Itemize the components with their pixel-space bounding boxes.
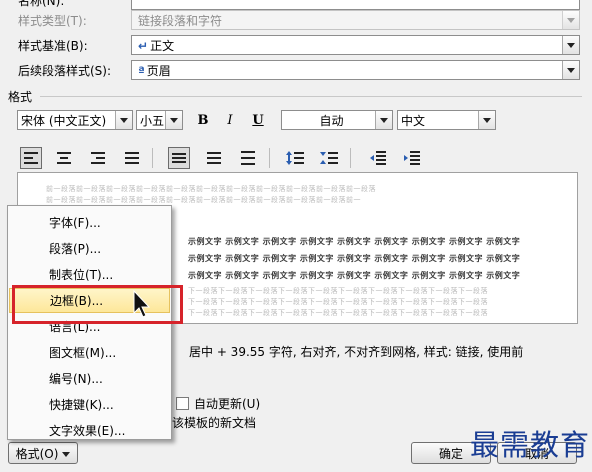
chevron-down-icon [562, 11, 579, 29]
language-select[interactable]: 中文 [397, 110, 496, 130]
chevron-down-icon [478, 111, 495, 129]
size-select[interactable]: 小五 [136, 110, 183, 130]
chevron-down-icon [375, 111, 392, 129]
format-dropdown-menu: 字体(F)... 段落(P)... 制表位(T)... 边框(B)... 语言(… [7, 205, 183, 443]
preview-prev-line: 前一段落前一段落前一段落前一段落前一段落前一段落前一段落前一段落前一段落前一段落… [46, 185, 376, 193]
chevron-down-icon [165, 111, 182, 129]
preview-prev-line: 前一段落前一段落前一段落前一段落前一段落前一段落前一段落前一段落前一段落前一段落… [46, 196, 361, 204]
one-half-spacing-icon[interactable] [203, 147, 225, 169]
chevron-down-icon [562, 61, 579, 79]
linked-style-icon: ª [138, 63, 145, 78]
paragraph-style-icon: ↵ [138, 38, 149, 53]
preview-sample-line: 示例文字 示例文字 示例文字 示例文字 示例文字 示例文字 示例文字 示例文字 … [188, 254, 521, 263]
align-left-icon[interactable] [20, 147, 42, 169]
decrease-indent-icon[interactable] [367, 147, 389, 169]
increase-spacing-icon[interactable] [284, 147, 306, 169]
based-on-select[interactable]: ↵ 正文 [131, 35, 580, 55]
based-on-label: 样式基准(B): [18, 39, 88, 53]
preview-sample-line: 示例文字 示例文字 示例文字 示例文字 示例文字 示例文字 示例文字 示例文字 … [188, 271, 521, 280]
preview-sample-line: 示例文字 示例文字 示例文字 示例文字 示例文字 示例文字 示例文字 示例文字 … [188, 237, 521, 246]
font-color-select[interactable]: 自动 [281, 110, 393, 130]
chevron-down-icon [562, 36, 579, 54]
style-type-label: 样式类型(T): [18, 14, 87, 28]
auto-update-checkbox[interactable]: 自动更新(U) [176, 395, 260, 412]
description-line: 居中 + 39.55 字符, 右对齐, 不对齐到网格, 样式: 链接, 使用前 [189, 345, 524, 359]
checkbox-icon [176, 397, 189, 410]
underline-button[interactable]: U [248, 110, 268, 130]
toolbar-separator [269, 148, 270, 168]
toolbar-separator [350, 148, 351, 168]
justify-icon[interactable] [121, 147, 143, 169]
menu-item-tabs[interactable]: 制表位(T)... [9, 262, 170, 287]
menu-item-paragraph[interactable]: 段落(P)... [9, 236, 170, 261]
align-center-icon[interactable] [53, 147, 75, 169]
format-menu-button[interactable]: 格式(O) [8, 442, 78, 464]
toolbar-separator [152, 148, 153, 168]
name-label: 名称(N): [18, 0, 65, 8]
menu-item-font[interactable]: 字体(F)... [9, 210, 170, 235]
menu-item-numbering[interactable]: 编号(N)... [9, 366, 170, 391]
decrease-spacing-icon[interactable] [318, 147, 340, 169]
double-spacing-icon[interactable] [237, 147, 259, 169]
name-field[interactable] [131, 0, 580, 10]
increase-indent-icon[interactable] [401, 147, 423, 169]
align-right-icon[interactable] [87, 147, 109, 169]
mouse-cursor-icon [133, 290, 151, 318]
annotation-highlight-box [12, 285, 183, 324]
next-style-label: 后续段落样式(S): [18, 64, 112, 78]
italic-button[interactable]: I [220, 110, 240, 130]
menu-item-frame[interactable]: 图文框(M)... [9, 340, 170, 365]
chevron-down-icon [115, 111, 132, 129]
single-spacing-icon[interactable] [168, 147, 190, 169]
format-section-label: 格式 [8, 90, 33, 104]
watermark-logo: 最需教育 [470, 428, 591, 462]
menu-item-shortcut[interactable]: 快捷键(K)... [9, 392, 170, 417]
new-doc-option-label: 该模板的新文档 [172, 416, 257, 430]
preview-next-line: 下一段落下一段落下一段落下一段落下一段落下一段落下一段落下一段落下一段落下一段落 [188, 287, 488, 295]
bold-button[interactable]: B [193, 110, 213, 130]
chevron-down-icon [62, 446, 71, 460]
preview-next-line: 下一段落下一段落下一段落下一段落下一段落下一段落下一段落下一段落下一段落下一段落 [188, 309, 488, 317]
menu-item-text-effects[interactable]: 文字效果(E)... [9, 418, 170, 443]
section-divider [40, 96, 582, 97]
style-type-select[interactable]: 链接段落和字符 [131, 10, 580, 30]
font-select[interactable]: 宋体 (中文正文) [17, 110, 133, 130]
preview-next-line: 下一段落下一段落下一段落下一段落下一段落下一段落下一段落下一段落下一段落下一段落 [188, 298, 488, 306]
next-style-select[interactable]: ª 页眉 [131, 60, 580, 80]
